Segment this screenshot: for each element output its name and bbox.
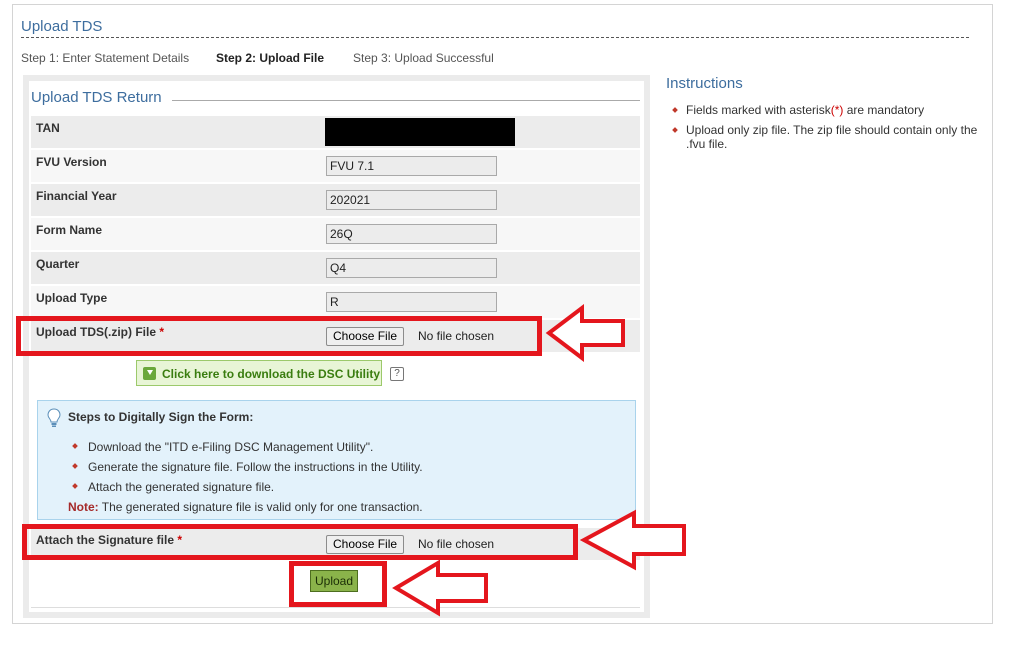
sign-note: Note: The generated signature file is va…	[68, 500, 423, 514]
note-label: Note:	[68, 500, 99, 514]
note-text: The generated signature file is valid on…	[98, 500, 423, 514]
label-quarter: Quarter	[36, 257, 80, 271]
download-icon	[143, 367, 156, 380]
label-financial-year: Financial Year	[36, 189, 117, 203]
sign-steps-heading: Steps to Digitally Sign the Form:	[68, 410, 254, 424]
row-financial-year: Financial Year 202021	[31, 184, 640, 217]
arrow-left-icon	[580, 509, 686, 571]
row-fvu-version: FVU Version FVU 7.1	[31, 150, 640, 183]
row-tan: TAN	[31, 116, 640, 149]
label-upload-type: Upload Type	[36, 291, 108, 305]
sign-steps-list: Download the "ITD e-Filing DSC Managemen…	[71, 440, 423, 500]
step-3: Step 3: Upload Successful	[353, 51, 494, 65]
help-icon[interactable]: ?	[390, 367, 404, 381]
instructions-list: Fields marked with asterisk(*) are manda…	[672, 103, 982, 157]
arrow-left-icon	[392, 559, 488, 617]
instructions-title: Instructions	[666, 75, 743, 92]
label-tan: TAN	[36, 121, 60, 135]
lightbulb-icon	[47, 408, 61, 427]
step-1: Step 1: Enter Statement Details	[21, 51, 190, 65]
label-fvu-version: FVU Version	[36, 155, 107, 169]
tan-redacted	[325, 118, 515, 146]
financial-year-field[interactable]: 202021	[326, 190, 497, 210]
instruction-item: Upload only zip file. The zip file shoul…	[672, 123, 982, 151]
highlight-upload-file	[16, 316, 542, 356]
highlight-upload-button	[289, 561, 387, 607]
upload-type-field[interactable]: R	[326, 292, 497, 312]
sign-step-item: Attach the generated signature file.	[71, 480, 423, 500]
row-form-name: Form Name 26Q	[31, 218, 640, 251]
form-name-field[interactable]: 26Q	[326, 224, 497, 244]
quarter-field[interactable]: Q4	[326, 258, 497, 278]
fvu-version-field[interactable]: FVU 7.1	[326, 156, 497, 176]
legend-divider	[172, 100, 640, 101]
instruction-item: Fields marked with asterisk(*) are manda…	[672, 103, 982, 117]
arrow-left-icon	[545, 304, 625, 362]
highlight-signature-file	[22, 524, 578, 560]
title-divider	[21, 37, 969, 38]
step-2-active: Step 2: Upload File	[216, 51, 325, 65]
label-form-name: Form Name	[36, 223, 103, 237]
form-legend: Upload TDS Return	[31, 89, 166, 106]
download-dsc-utility-link[interactable]: Click here to download the DSC Utility	[136, 360, 382, 386]
form-bottom-divider	[31, 607, 640, 608]
row-quarter: Quarter Q4	[31, 252, 640, 285]
sign-step-item: Generate the signature file. Follow the …	[71, 460, 423, 480]
page-title: Upload TDS	[21, 18, 103, 35]
dsc-link-label: Click here to download the DSC Utility	[162, 367, 381, 381]
sign-step-item: Download the "ITD e-Filing DSC Managemen…	[71, 440, 423, 460]
sign-steps-box: Steps to Digitally Sign the Form: Downlo…	[37, 400, 636, 520]
